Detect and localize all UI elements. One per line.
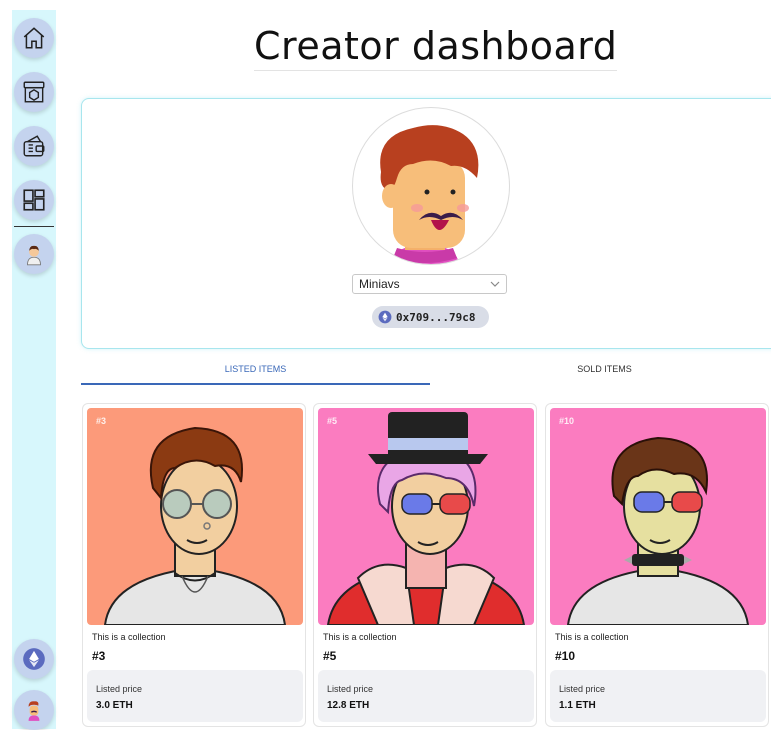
marketplace-button[interactable] bbox=[14, 72, 54, 112]
nft-avatar-illustration bbox=[326, 412, 526, 625]
nft-collection: This is a collection bbox=[92, 632, 166, 642]
price-label: Listed price bbox=[327, 684, 374, 694]
ethereum-icon bbox=[378, 310, 392, 324]
nft-card[interactable]: #5 This is a collection #5 Listed price … bbox=[313, 403, 537, 727]
nft-card[interactable]: #3 This is a collection #3 Listed price … bbox=[82, 403, 306, 727]
nft-image: #5 bbox=[318, 408, 534, 625]
nft-avatar-illustration bbox=[566, 436, 750, 625]
profile-card: Miniavs 0x709...79c8 bbox=[81, 98, 771, 349]
profile-select-value: Miniavs bbox=[359, 277, 400, 291]
nft-name: #5 bbox=[323, 649, 337, 663]
price-label: Listed price bbox=[559, 684, 606, 694]
nft-image: #3 bbox=[87, 408, 303, 625]
avatar-button[interactable] bbox=[14, 234, 54, 274]
nft-collection: This is a collection bbox=[323, 632, 397, 642]
profile-avatar-button[interactable] bbox=[14, 690, 54, 730]
nft-name: #3 bbox=[92, 649, 106, 663]
price-value: 3.0 ETH bbox=[96, 700, 133, 711]
nft-card[interactable]: #10 This is a collection #10 Listed pric… bbox=[545, 403, 769, 727]
marketplace-icon bbox=[23, 81, 45, 103]
ethereum-button[interactable] bbox=[14, 639, 54, 679]
price-box: Listed price 12.8 ETH bbox=[318, 670, 534, 722]
dashboard-button[interactable] bbox=[14, 180, 54, 220]
miniavs-avatar-illustration bbox=[380, 125, 479, 264]
home-icon bbox=[23, 27, 45, 49]
dashboard-icon bbox=[23, 189, 45, 211]
price-value: 12.8 ETH bbox=[327, 700, 370, 711]
nft-avatar-illustration bbox=[103, 426, 287, 625]
page-title: Creator dashboard bbox=[254, 24, 618, 71]
item-tabs: LISTED ITEMS SOLD ITEMS bbox=[81, 355, 771, 385]
price-label: Listed price bbox=[96, 684, 143, 694]
profile-avatar bbox=[352, 107, 510, 265]
price-box: Listed price 3.0 ETH bbox=[87, 670, 303, 722]
wallet-address-pill[interactable]: 0x709...79c8 bbox=[372, 306, 489, 328]
nft-name: #10 bbox=[555, 649, 576, 663]
avatar-icon bbox=[27, 245, 41, 266]
tab-sold-items[interactable]: SOLD ITEMS bbox=[430, 355, 771, 383]
profile-select[interactable]: Miniavs bbox=[352, 274, 507, 294]
nft-badge: #3 bbox=[96, 416, 107, 426]
price-value: 1.1 ETH bbox=[559, 700, 596, 711]
nft-collection: This is a collection bbox=[555, 632, 629, 642]
profile-avatar-icon bbox=[28, 701, 40, 721]
nft-image: #10 bbox=[550, 408, 766, 625]
chevron-down-icon bbox=[490, 281, 500, 287]
wallet-address: 0x709...79c8 bbox=[396, 310, 476, 324]
sidebar-divider bbox=[14, 226, 54, 227]
nft-badge: #5 bbox=[327, 416, 338, 426]
wallet-button[interactable] bbox=[14, 126, 54, 166]
price-box: Listed price 1.1 ETH bbox=[550, 670, 766, 722]
wallet-icon bbox=[23, 135, 45, 157]
sidebar bbox=[12, 10, 56, 730]
nft-badge: #10 bbox=[559, 416, 575, 426]
tab-listed-items[interactable]: LISTED ITEMS bbox=[81, 355, 430, 385]
home-button[interactable] bbox=[14, 18, 54, 58]
ethereum-icon bbox=[23, 648, 45, 670]
